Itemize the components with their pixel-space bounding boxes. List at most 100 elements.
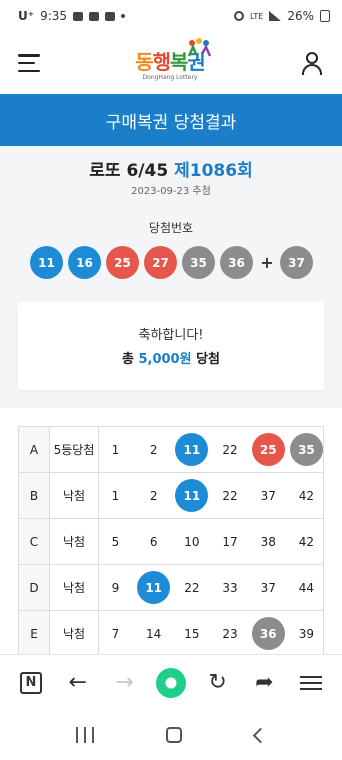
bonus-number-ball: 37 bbox=[280, 246, 313, 279]
clock: 9:35 bbox=[40, 9, 68, 23]
matched-number: 36 bbox=[251, 617, 285, 650]
system-home-icon[interactable] bbox=[166, 727, 183, 743]
ticket-numbers: 1 2 11 22 25 35 bbox=[98, 426, 324, 473]
page-title: 구매복권 당첨결과 bbox=[0, 94, 342, 146]
network-type: LTE bbox=[250, 11, 264, 21]
youtube-notification-icon bbox=[89, 11, 100, 21]
draw-summary: 로또 6/45 제1086회 2023-09-23 추첨 당첨번호 11 16 25… bbox=[0, 146, 342, 408]
green-home-icon bbox=[155, 667, 186, 698]
ticket-slot: E bbox=[18, 610, 50, 654]
ticket-rank: 낙첨 bbox=[49, 564, 99, 611]
ticket-number: 17 bbox=[222, 534, 238, 549]
forward-button[interactable]: → bbox=[109, 668, 139, 698]
ticket-number: 39 bbox=[298, 626, 315, 641]
ticket-row: E 낙첨 7 14 15 23 36 39 bbox=[18, 610, 324, 654]
browser-menu-button[interactable] bbox=[296, 668, 326, 698]
share-button[interactable]: ➦ bbox=[249, 668, 279, 698]
ticket-number: 42 bbox=[298, 488, 315, 503]
app-header: 동행복권 DongHang Lottery bbox=[0, 32, 342, 94]
ticket-number: 23 bbox=[222, 626, 238, 641]
ticket-number: 37 bbox=[260, 580, 276, 595]
carrier-label: U⁺ bbox=[18, 9, 35, 23]
menu-lines-icon bbox=[299, 675, 322, 690]
alarm-icon bbox=[234, 11, 245, 21]
ticket-numbers: 1 2 11 22 37 42 bbox=[98, 472, 324, 519]
congrats-text: 축하합니다! bbox=[138, 328, 204, 343]
draw-date: 2023-09-23 추첨 bbox=[131, 186, 211, 197]
round-number: 제1086회 bbox=[174, 161, 253, 181]
ticket-rank: 낙첨 bbox=[49, 472, 99, 519]
winning-number-ball: 25 bbox=[106, 246, 139, 279]
recent-apps-icon[interactable] bbox=[76, 727, 95, 743]
winning-numbers: 11 16 25 27 35 36 +37 bbox=[30, 246, 318, 279]
ticket-rank: 낙첨 bbox=[49, 610, 99, 654]
back-button[interactable]: ← bbox=[63, 668, 93, 698]
ticket-number: 2 bbox=[149, 488, 158, 503]
status-left: U⁺ 9:35 bbox=[18, 9, 126, 23]
bonus-plus-sign: + bbox=[260, 253, 274, 272]
ticket-number: 10 bbox=[184, 534, 200, 549]
matched-number: 11 bbox=[175, 433, 209, 466]
ticket-number: 14 bbox=[146, 626, 162, 641]
matched-number: 11 bbox=[137, 571, 171, 604]
hamburger-menu-icon[interactable] bbox=[18, 54, 40, 72]
cloud-notification-icon bbox=[105, 11, 116, 21]
ticket-number: 33 bbox=[222, 580, 238, 595]
ticket-number: 42 bbox=[298, 534, 315, 549]
signal-icon bbox=[269, 11, 282, 21]
reload-icon: ↻ bbox=[208, 670, 227, 695]
ticket-number: 2 bbox=[149, 442, 158, 457]
winning-numbers-label: 당첨번호 bbox=[148, 221, 194, 235]
matched-number: 35 bbox=[289, 433, 323, 466]
battery-icon bbox=[320, 10, 330, 22]
matched-number: 25 bbox=[251, 433, 285, 466]
game-name: 로또 6/45 bbox=[89, 161, 169, 181]
ticket-slot: D bbox=[18, 564, 50, 611]
ticket-numbers: 9 11 22 33 37 44 bbox=[98, 564, 324, 611]
share-icon: ➦ bbox=[255, 670, 274, 695]
ticket-number: 1 bbox=[111, 442, 120, 457]
ticket-slot: A bbox=[18, 426, 50, 473]
ticket-slot: B bbox=[18, 472, 50, 519]
winning-number-ball: 16 bbox=[68, 246, 101, 279]
ticket-number: 1 bbox=[111, 488, 120, 503]
arrow-right-icon: → bbox=[115, 670, 134, 695]
user-profile-icon[interactable] bbox=[300, 51, 324, 75]
winning-number-ball: 11 bbox=[30, 246, 63, 279]
ticket-numbers: 5 6 10 17 38 42 bbox=[98, 518, 324, 565]
logo-subtitle: DongHang Lottery bbox=[142, 73, 198, 81]
browser-toolbar: N ← → ↻ ➦ bbox=[0, 654, 342, 710]
logo-figures-icon bbox=[187, 38, 212, 57]
status-right: LTE 26% bbox=[234, 9, 330, 23]
ticket-number: 37 bbox=[260, 488, 276, 503]
ticket-results-table: A 5등당첨 1 2 11 22 25 35 B 낙첨 1 2 11 22 37 42 C 낙첨 5 6 10 17 38 4… bbox=[18, 426, 324, 654]
ticket-number: 5 bbox=[111, 534, 120, 549]
round-heading: 로또 6/45 제1086회 bbox=[0, 156, 342, 181]
system-navigation-bar bbox=[0, 710, 342, 760]
naver-n-icon: N bbox=[20, 671, 42, 694]
ticket-number: 7 bbox=[111, 626, 120, 641]
ticket-number: 44 bbox=[298, 580, 315, 595]
prize-amount: 5,000원 bbox=[138, 352, 192, 367]
reload-button[interactable]: ↻ bbox=[203, 668, 233, 698]
ticket-number: 22 bbox=[222, 488, 238, 503]
ticket-slot: C bbox=[18, 518, 50, 565]
prize-line: 총 5,000원 당첨 bbox=[121, 352, 221, 367]
ticket-row: A 5등당첨 1 2 11 22 25 35 bbox=[18, 426, 324, 473]
winning-number-ball: 27 bbox=[144, 246, 177, 279]
home-button[interactable] bbox=[155, 667, 186, 698]
naver-n-button[interactable]: N bbox=[16, 668, 46, 698]
status-bar: U⁺ 9:35 LTE 26% bbox=[0, 0, 342, 32]
system-back-icon[interactable] bbox=[252, 727, 269, 743]
ticket-number: 22 bbox=[184, 580, 200, 595]
matched-number: 11 bbox=[175, 479, 209, 512]
ticket-row: D 낙첨 9 11 22 33 37 44 bbox=[18, 564, 324, 611]
ticket-numbers: 7 14 15 23 36 39 bbox=[98, 610, 324, 654]
winning-number-ball: 36 bbox=[220, 246, 253, 279]
ticket-row: C 낙첨 5 6 10 17 38 42 bbox=[18, 518, 324, 565]
ticket-number: 22 bbox=[222, 442, 238, 457]
ticket-results-area: A 5등당첨 1 2 11 22 25 35 B 낙첨 1 2 11 22 37 42 C 낙첨 5 6 10 17 38 4… bbox=[0, 408, 342, 654]
ticket-number: 9 bbox=[111, 580, 120, 595]
ticket-number: 6 bbox=[149, 534, 158, 549]
ticket-rank: 낙첨 bbox=[49, 518, 99, 565]
